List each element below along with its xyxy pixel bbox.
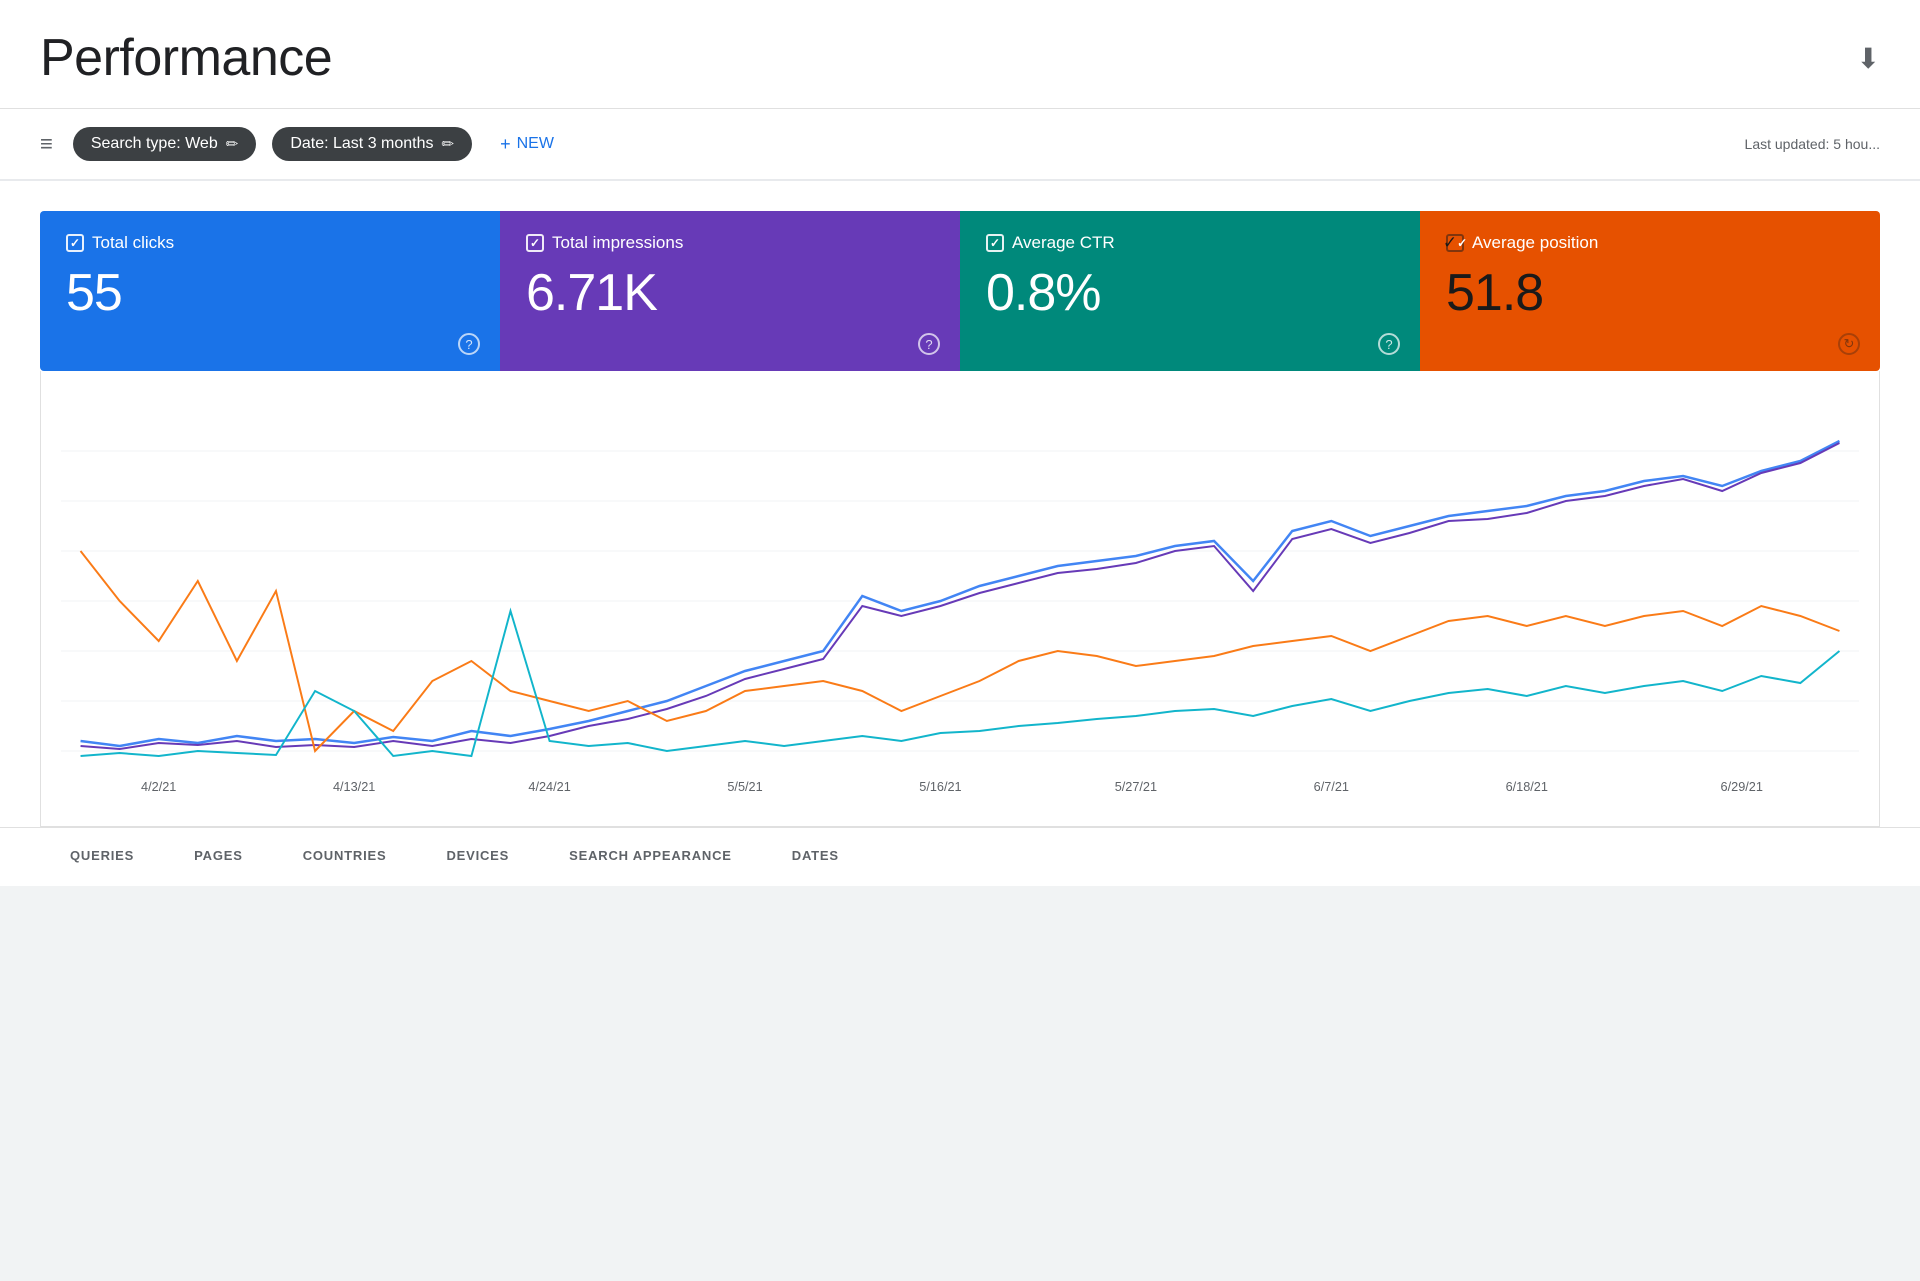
toolbar: ≡ Search type: Web ✏ Date: Last 3 months… [0,109,1920,181]
metric-card-ctr[interactable]: Average CTR 0.8% ? [960,211,1420,371]
search-type-edit-icon: ✏ [226,135,239,153]
position-checkbox: ✓ [1446,234,1464,252]
svg-text:6/7/21: 6/7/21 [1314,779,1349,794]
tab-devices[interactable]: DEVICES [416,828,539,886]
impressions-label: Total impressions [526,233,934,253]
metric-card-impressions[interactable]: Total impressions 6.71K ? [500,211,960,371]
ctr-label: Average CTR [986,233,1394,253]
svg-text:5/16/21: 5/16/21 [919,779,961,794]
bottom-tabs: QUERIES PAGES COUNTRIES DEVICES SEARCH A… [0,827,1920,886]
date-label: Date: Last 3 months [290,135,433,153]
page-title: Performance [40,28,332,88]
svg-text:4/24/21: 4/24/21 [528,779,570,794]
tab-countries[interactable]: COUNTRIES [273,828,417,886]
position-label: ✓ Average position [1446,233,1854,253]
new-button[interactable]: + NEW [488,128,566,161]
position-value: 51.8 [1446,267,1854,319]
search-type-chip[interactable]: Search type: Web ✏ [73,127,256,161]
plus-icon: + [500,134,511,155]
ctr-help-icon[interactable]: ? [1378,333,1400,355]
tab-search-appearance[interactable]: SEARCH APPEARANCE [539,828,762,886]
chart-container: 4/2/21 4/13/21 4/24/21 5/5/21 5/16/21 5/… [40,371,1880,827]
download-icon[interactable]: ⬇ [1857,42,1880,75]
impressions-checkbox [526,234,544,252]
clicks-value: 55 [66,267,474,319]
new-label: NEW [517,135,554,153]
metric-card-clicks[interactable]: Total clicks 55 ? [40,211,500,371]
svg-text:6/29/21: 6/29/21 [1721,779,1763,794]
ctr-checkbox [986,234,1004,252]
performance-chart: 4/2/21 4/13/21 4/24/21 5/5/21 5/16/21 5/… [61,401,1859,801]
impressions-help-icon[interactable]: ? [918,333,940,355]
clicks-checkbox [66,234,84,252]
svg-text:5/5/21: 5/5/21 [727,779,762,794]
tab-pages[interactable]: PAGES [164,828,273,886]
metrics-row: Total clicks 55 ? Total impressions 6.71… [40,211,1880,371]
filter-icon[interactable]: ≡ [40,131,53,157]
header: Performance ⬇ [0,0,1920,109]
clicks-label: Total clicks [66,233,474,253]
date-chip[interactable]: Date: Last 3 months ✏ [272,127,472,161]
position-help-icon[interactable]: ↻ [1838,333,1860,355]
metric-card-position[interactable]: ✓ Average position 51.8 ↻ [1420,211,1880,371]
svg-text:4/2/21: 4/2/21 [141,779,176,794]
tab-dates[interactable]: DATES [762,828,869,886]
tab-queries[interactable]: QUERIES [40,828,164,886]
date-edit-icon: ✏ [442,135,455,153]
svg-text:4/13/21: 4/13/21 [333,779,375,794]
header-right: ⬇ [1857,42,1880,75]
svg-text:6/18/21: 6/18/21 [1506,779,1548,794]
search-type-label: Search type: Web [91,135,218,153]
impressions-value: 6.71K [526,267,934,319]
clicks-help-icon[interactable]: ? [458,333,480,355]
svg-text:5/27/21: 5/27/21 [1115,779,1157,794]
ctr-value: 0.8% [986,267,1394,319]
last-updated: Last updated: 5 hou... [1745,136,1880,152]
page-container: Performance ⬇ ≡ Search type: Web ✏ Date:… [0,0,1920,886]
